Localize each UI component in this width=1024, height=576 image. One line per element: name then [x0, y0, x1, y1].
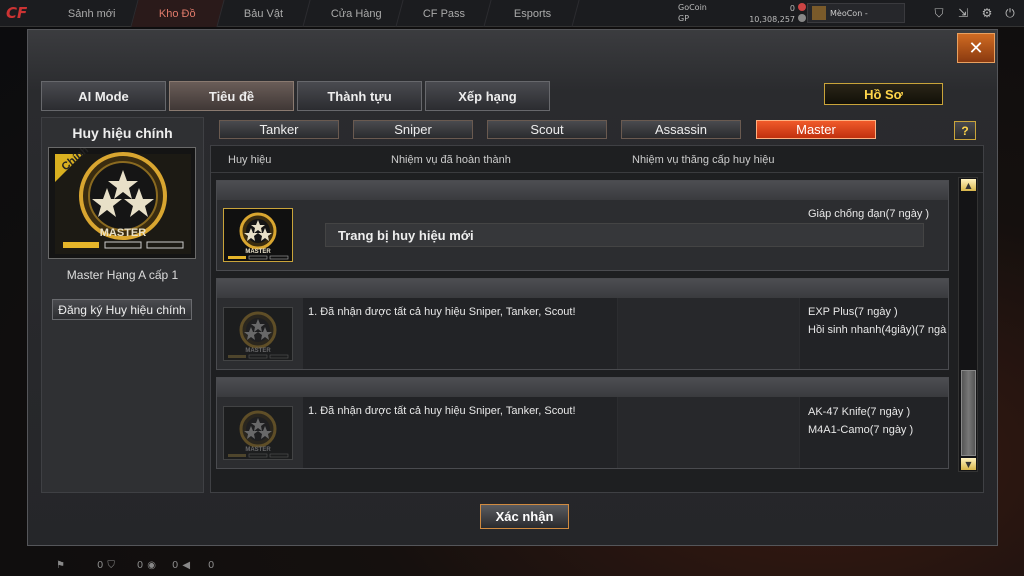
row-header-strip	[217, 181, 948, 200]
column-header-badge: Huy hiệu	[228, 154, 272, 166]
top-navbar: CF Sảnh mới Kho Đồ Bảu Vật Cửa Hàng CF P…	[0, 0, 1024, 27]
status-count: 0	[171, 559, 179, 571]
close-button[interactable]: ✕	[957, 33, 995, 63]
username: MèoCon ‑	[830, 8, 868, 18]
bottom-status-bar: ⚑ 0 ⛉ 0 ◉ 0 ◀ 0	[0, 554, 250, 576]
column-header-completed: Nhiệm vụ đã hoàn thành	[391, 154, 511, 166]
row-header-strip	[217, 279, 948, 298]
tab-thanh-tuu[interactable]: Thành tựu	[297, 81, 422, 111]
row-badge-image: MASTER	[223, 307, 293, 361]
row-badge-image: MASTER	[223, 406, 293, 460]
upgrade-cell	[618, 298, 799, 369]
scroll-up-icon[interactable]: ▲	[961, 179, 976, 191]
reward-item: EXP Plus(7 ngày )	[808, 306, 898, 318]
nav-tab-cf-pass[interactable]: CF Pass	[398, 0, 492, 27]
main-badge-name: Master Hạng A cấp 1	[66, 268, 179, 282]
row-badge-image: MASTER	[223, 208, 293, 262]
nav-tab-esports[interactable]: Esports	[486, 0, 580, 27]
shield-icon[interactable]: ⛉	[107, 560, 115, 571]
class-tab-tanker[interactable]: Tanker	[219, 120, 339, 139]
nav-tab-kho-do[interactable]: Kho Đồ	[131, 0, 225, 27]
class-tab-scout[interactable]: Scout	[487, 120, 607, 139]
gocoin-icon	[798, 2, 806, 11]
row-header-strip	[217, 378, 948, 397]
scroll-thumb[interactable]	[961, 370, 976, 456]
tab-ai-mode[interactable]: AI Mode	[41, 81, 166, 111]
reward-item: M4A1-Camo(7 ngày )	[808, 424, 914, 436]
reward-item: Giáp chống đạn(7 ngày )	[808, 208, 930, 220]
main-badge-title: Huy hiệu chính	[72, 125, 173, 141]
profile-button[interactable]: Hồ Sơ	[824, 83, 943, 105]
row-badge-text: MASTER	[245, 249, 271, 255]
master-badge-icon: MASTER	[228, 311, 289, 359]
close-icon: ✕	[968, 37, 984, 59]
master-badge-icon: MASTER	[228, 212, 289, 260]
gp-label: GP	[678, 14, 690, 23]
gocoin-value: 0	[789, 3, 795, 13]
master-badge-icon: MASTER	[228, 410, 289, 458]
confirm-button[interactable]: Xác nhận	[480, 504, 569, 529]
power-icon[interactable]: ⏻	[1000, 3, 1020, 23]
reward-item: AK-47 Knife(7 ngày )	[808, 406, 911, 418]
status-count: 0	[96, 559, 104, 571]
currency-panel: GoCoin 0 GP 10,308,257	[678, 2, 806, 24]
tab-xep-hang[interactable]: Xếp hạng	[425, 81, 550, 111]
avatar	[812, 6, 826, 20]
badge-text: MASTER	[100, 227, 147, 239]
cf-logo: CF	[6, 4, 28, 22]
refresh-icon[interactable]	[798, 13, 806, 22]
nav-tab-cua-hang[interactable]: Cửa Hàng	[310, 0, 404, 27]
class-tab-master[interactable]: Master	[756, 120, 876, 139]
main-badge-image: Chính MASTER	[48, 144, 196, 259]
master-badge-icon: Chính MASTER	[55, 144, 191, 254]
upgrade-cell	[618, 397, 799, 468]
help-button[interactable]: ?	[954, 121, 976, 140]
tab-tieu-de[interactable]: Tiêu đề	[169, 81, 294, 111]
gear-icon[interactable]: ⚙	[977, 3, 997, 23]
user-profile-chip[interactable]: MèoCon ‑	[807, 3, 905, 23]
equip-new-badge-label[interactable]: Trang bị huy hiệu mới	[325, 223, 924, 247]
row-badge-text: MASTER	[245, 348, 271, 354]
nav-tab-bau-vat[interactable]: Bảu Vật	[217, 0, 311, 27]
row-badge-text: MASTER	[245, 447, 271, 453]
column-header-upgrade: Nhiệm vụ thăng cấp huy hiệu	[632, 154, 775, 166]
exit-icon[interactable]: ⇲	[953, 3, 973, 23]
reward-item: Hồi sinh nhanh(4giây)(7 ngà	[808, 324, 947, 336]
mission-text: 1. Đã nhận được tất cả huy hiệu Sniper, …	[308, 405, 576, 417]
header-divider	[211, 172, 983, 173]
shield-icon[interactable]: ⛉	[929, 3, 949, 23]
speaker-icon[interactable]: ◀	[182, 560, 190, 571]
scroll-down-icon[interactable]: ▼	[961, 458, 976, 470]
nav-tab-sanh-moi[interactable]: Sảnh mới	[45, 0, 139, 27]
group-icon[interactable]: ⚑	[56, 560, 65, 571]
register-main-badge-button[interactable]: Đăng ký Huy hiệu chính	[52, 299, 192, 320]
class-tab-sniper[interactable]: Sniper	[353, 120, 473, 139]
gp-value: 10,308,257	[749, 14, 795, 24]
mission-text: 1. Đã nhận được tất cả huy hiệu Sniper, …	[308, 306, 576, 318]
status-count: 0	[136, 559, 144, 571]
gocoin-label: GoCoin	[678, 3, 707, 12]
chat-icon[interactable]: ◉	[147, 560, 156, 571]
status-count: 0	[208, 559, 215, 571]
class-tab-assassin[interactable]: Assassin	[621, 120, 741, 139]
